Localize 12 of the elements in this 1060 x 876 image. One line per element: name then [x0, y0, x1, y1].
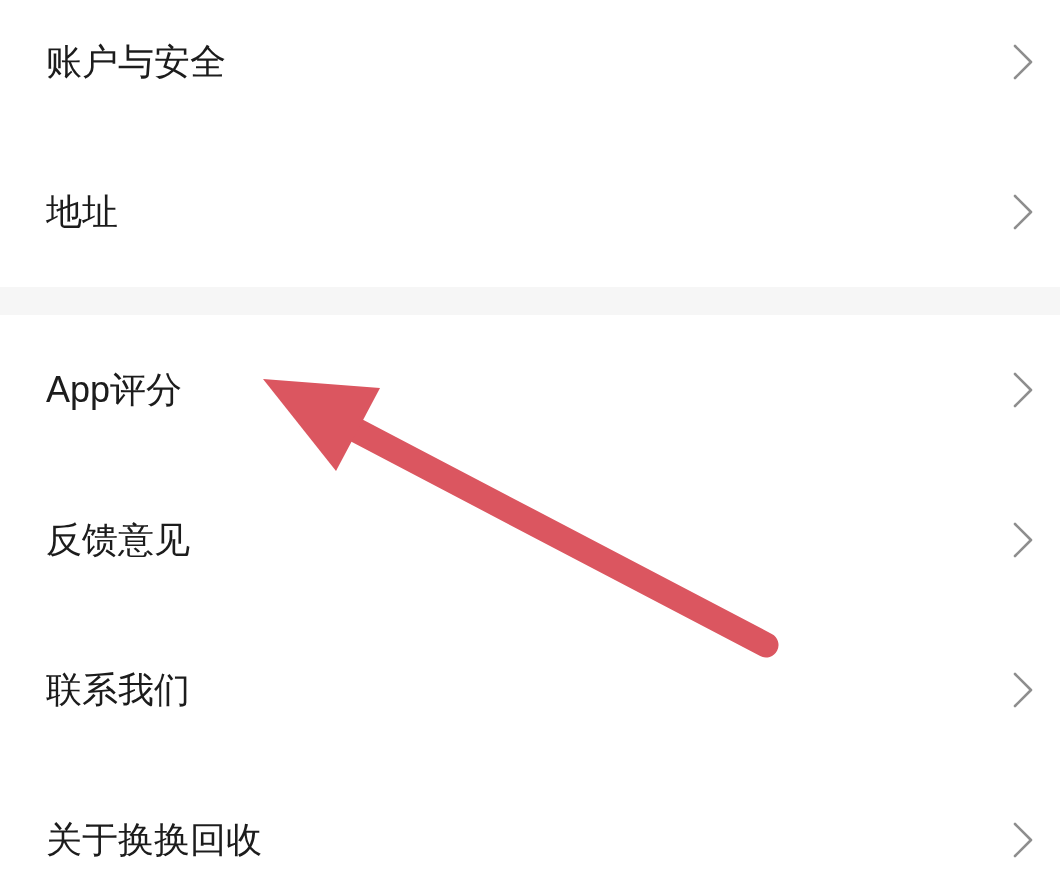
menu-item[interactable]: 账户与安全 — [0, 0, 1060, 137]
chevron-right-icon — [1013, 194, 1033, 230]
menu-item[interactable]: 联系我们 — [0, 615, 1060, 765]
chevron-right-icon — [1013, 822, 1033, 858]
chevron-right-icon — [1013, 672, 1033, 708]
chevron-right-icon — [1013, 44, 1033, 80]
chevron-right-icon — [1013, 372, 1033, 408]
menu-item[interactable]: 关于换换回收 — [0, 765, 1060, 876]
menu-item[interactable]: 反馈意见 — [0, 465, 1060, 615]
menu-item[interactable]: App评分 — [0, 315, 1060, 465]
chevron-right-icon — [1013, 522, 1033, 558]
menu-item[interactable]: 地址 — [0, 137, 1060, 287]
